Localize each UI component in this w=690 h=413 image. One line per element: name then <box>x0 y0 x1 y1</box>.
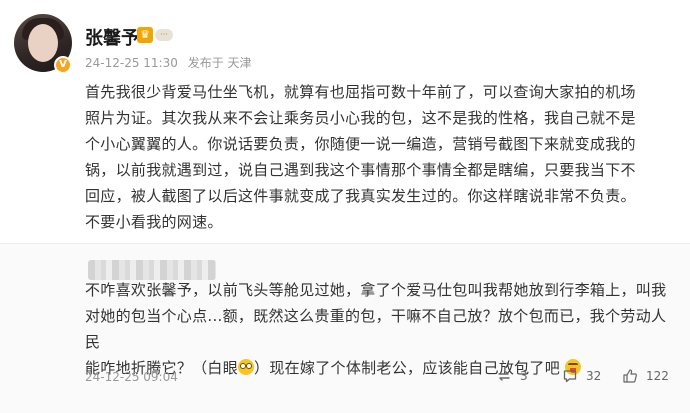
post-location: 发布于 天津 <box>187 56 252 70</box>
comment-count: 32 <box>586 369 602 383</box>
post-line: 照片为证。其次我从来不会让乘务员小心我的包，这不是我的性格，我自己就不是 <box>85 109 636 127</box>
post-time[interactable]: 24-12-25 11:30 <box>85 56 178 70</box>
eye-roll-emoji-icon <box>238 359 255 375</box>
comment-body: 不咋喜欢张馨予，以前飞头等舱见过她，拿了个爱马仕包叫我帮她放到行李箱上，叫我 对… <box>85 277 677 381</box>
comment-time: 24-12-25 09:04 <box>85 370 178 384</box>
like-count: 122 <box>646 369 669 383</box>
post-line: 锅，以前我就遇到过，说自己遇到我这个事情那个事情全都是瞎编，只要我当下不 <box>85 161 636 179</box>
repost-icon <box>498 371 510 381</box>
like-icon <box>623 369 637 383</box>
post-line: 不要小看我的网速。 <box>85 213 223 231</box>
verified-badge-icon: V <box>54 56 72 74</box>
comment-button[interactable]: 32 <box>562 368 601 384</box>
repost-button[interactable]: 3 <box>496 368 528 384</box>
comment-line: 不咋喜欢张馨予，以前飞头等舱见过她，拿了个爱马仕包叫我帮她放到行李箱上，叫我 <box>85 281 667 299</box>
username[interactable]: 张馨予 <box>85 24 139 50</box>
avatar-face <box>28 24 58 62</box>
weibo-post: V 张馨予 ♛ ··· 24-12-25 11:30 发布于 天津 首先我很少背… <box>0 0 690 243</box>
post-body: 首先我很少背爱马仕坐飞机，就算有也屈指可数十年前了，可以查询大家拍的机场 照片为… <box>85 79 677 235</box>
comment-icon <box>563 370 577 383</box>
svip-tag[interactable]: ··· <box>155 29 173 41</box>
post-line: 回应，被人截图了以后这件事就变成了我真实发生过的。你这样瞎说非常不负责。 <box>85 187 636 205</box>
post-line: 个小心翼翼的人。你说话要负责，你随便一说一编造，营销号截图下来就变成我的 <box>85 135 636 153</box>
like-button[interactable]: 122 <box>622 368 669 384</box>
repost-count: 3 <box>520 369 528 383</box>
post-line: 首先我很少背爱马仕坐飞机，就算有也屈指可数十年前了，可以查询大家拍的机场 <box>85 83 636 101</box>
post-meta: 24-12-25 11:30 发布于 天津 <box>85 54 258 71</box>
vip-crown-icon[interactable]: ♛ <box>137 27 153 43</box>
comment-line: 对她的包当个心点...额，既然这么贵重的包，干嘛不自己放？放个包而已，我个劳动人… <box>85 307 667 351</box>
